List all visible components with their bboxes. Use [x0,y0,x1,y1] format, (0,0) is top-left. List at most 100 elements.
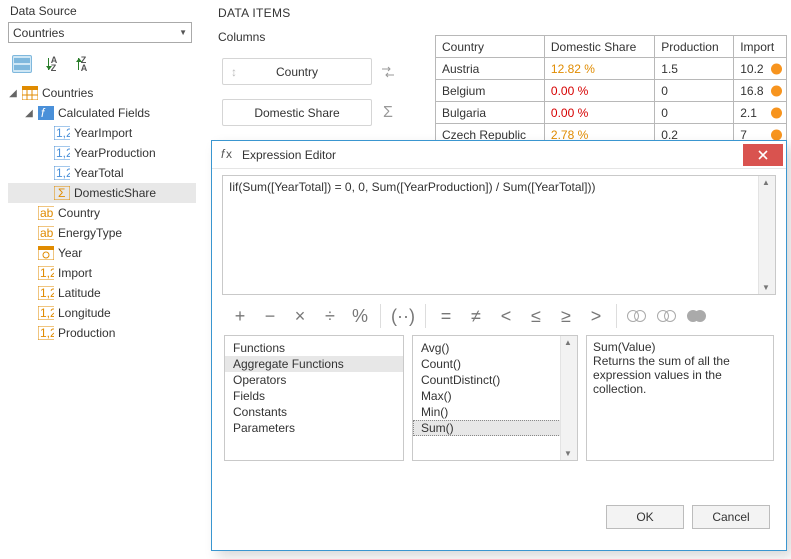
expression-text: Iif(Sum([YearTotal]) = 0, 0, Sum([YearPr… [229,180,596,194]
dialog-title: Expression Editor [242,148,336,162]
list-item[interactable]: Min() [413,404,577,420]
col-header[interactable]: Import [734,36,787,58]
swap-icon [380,64,396,80]
fx-icon: f [38,105,54,121]
drag-handle-icon[interactable]: ↕ [223,65,245,79]
list-item[interactable]: Sum() [413,420,577,436]
tree-label: Import [58,266,92,280]
swap-button[interactable] [378,62,398,82]
sigma-icon: Σ [383,104,393,122]
expression-textarea[interactable]: Iif(Sum([YearTotal]) = 0, 0, Sum([YearPr… [222,175,776,295]
col-header[interactable]: Domestic Share [544,36,654,58]
aggregate-button[interactable]: Σ [378,103,398,123]
op-divide-button[interactable]: ÷ [316,303,344,329]
separator [380,304,381,328]
col-header[interactable]: Production [655,36,734,58]
list-item[interactable]: Max() [413,388,577,404]
functions-listbox[interactable]: Avg()Count()CountDistinct()Max()Min()Sum… [412,335,578,461]
sort-asc-button[interactable]: AZ [42,55,62,73]
op-and-button[interactable] [623,303,651,329]
expression-editor-dialog: fx Expression Editor Iif(Sum([YearTotal]… [211,140,787,551]
ok-button[interactable]: OK [606,505,684,529]
list-item[interactable]: Parameters [225,420,403,436]
op-plus-button[interactable]: + [226,303,254,329]
cell-share: 0.00 % [544,102,654,124]
data-item-pill[interactable]: Domestic Share [222,99,372,126]
view-flat-button[interactable] [12,55,32,73]
tree-node-calc-field-selected[interactable]: Σ DomesticShare [8,183,196,203]
op-neq-button[interactable]: ≠ [462,303,490,329]
op-or-button[interactable] [653,303,681,329]
columns-label: Columns [216,30,430,50]
cancel-button[interactable]: Cancel [692,505,770,529]
status-dot-icon [771,129,782,140]
cell-country: Belgium [436,80,545,102]
op-gt-button[interactable]: > [582,303,610,329]
separator [425,304,426,328]
preview-grid: Country Domestic Share Production Import… [435,35,787,146]
expander-icon[interactable]: ◢ [24,108,34,119]
tree-node-field[interactable]: 1,2 Import [8,263,196,283]
op-percent-button[interactable]: % [346,303,374,329]
pill-label: Domestic Share [245,106,371,120]
list-item[interactable]: Count() [413,356,577,372]
text-field-icon: ab [38,225,54,241]
dialog-titlebar[interactable]: fx Expression Editor [212,141,786,169]
op-eq-button[interactable]: = [432,303,460,329]
op-minus-button[interactable]: − [256,303,284,329]
op-paren-button[interactable]: (··) [387,303,419,329]
scrollbar-vertical[interactable]: ▲▼ [758,176,775,294]
description-body: Returns the sum of all the expression va… [593,354,767,396]
op-lt-button[interactable]: < [492,303,520,329]
list-item[interactable]: Aggregate Functions [225,356,403,372]
sort-desc-button[interactable]: ZA [72,55,92,73]
col-header[interactable]: Country [436,36,545,58]
tree-node-field[interactable]: ab EnergyType [8,223,196,243]
dropdown-arrow-icon: ▼ [179,28,187,37]
numeric-field-icon: 1,2 [38,265,54,281]
list-item[interactable]: Functions [225,340,403,356]
expander-icon[interactable]: ◢ [8,88,18,99]
op-lte-button[interactable]: ≤ [522,303,550,329]
cell-country: Austria [436,58,545,80]
tree-node-calc-field[interactable]: 1,2 YearImport [8,123,196,143]
scrollbar-vertical[interactable]: ▲▼ [560,336,577,460]
tree-node-field[interactable]: ab Country [8,203,196,223]
scroll-down-icon[interactable]: ▼ [762,283,770,292]
tree-node-root[interactable]: ◢ Countries [8,83,196,103]
table-row[interactable]: Bulgaria 0.00 % 0 2.1 [436,102,787,124]
sigma-icon: Σ [54,185,70,201]
tree-node-field[interactable]: 1,2 Production [8,323,196,343]
op-gte-button[interactable]: ≥ [552,303,580,329]
tree-label: DomesticShare [74,186,156,200]
scroll-up-icon[interactable]: ▲ [762,178,770,187]
list-item[interactable]: Constants [225,404,403,420]
scroll-down-icon[interactable]: ▼ [564,449,572,458]
list-item[interactable]: CountDistinct() [413,372,577,388]
op-not-button[interactable] [683,303,711,329]
close-button[interactable] [743,144,783,166]
svg-text:x: x [226,147,232,160]
list-item[interactable]: Operators [225,372,403,388]
data-source-select[interactable]: Countries ▼ [8,22,192,43]
list-item[interactable]: Fields [225,388,403,404]
data-item-pill[interactable]: ↕ Country [222,58,372,85]
status-dot-icon [771,85,782,96]
categories-listbox[interactable]: FunctionsAggregate FunctionsOperatorsFie… [224,335,404,461]
list-item[interactable]: Avg() [413,340,577,356]
tree-node-field[interactable]: Year [8,243,196,263]
table-row[interactable]: Austria 12.82 % 1.5 10.2 [436,58,787,80]
data-item-row: ↕ Country [222,58,430,85]
tree-node-field[interactable]: 1,2 Longitude [8,303,196,323]
tree-node-calc-field[interactable]: 1,2 YearTotal [8,163,196,183]
text-field-icon: ab [38,205,54,221]
tree-label: Latitude [58,286,101,300]
tree-node-calc-group[interactable]: ◢ f Calculated Fields [8,103,196,123]
scroll-up-icon[interactable]: ▲ [564,338,572,347]
table-row[interactable]: Belgium 0.00 % 0 16.8 [436,80,787,102]
tree-node-field[interactable]: 1,2 Latitude [8,283,196,303]
table-icon [22,85,38,101]
op-multiply-button[interactable]: × [286,303,314,329]
cell-production: 0 [655,102,734,124]
tree-node-calc-field[interactable]: 1,2 YearProduction [8,143,196,163]
